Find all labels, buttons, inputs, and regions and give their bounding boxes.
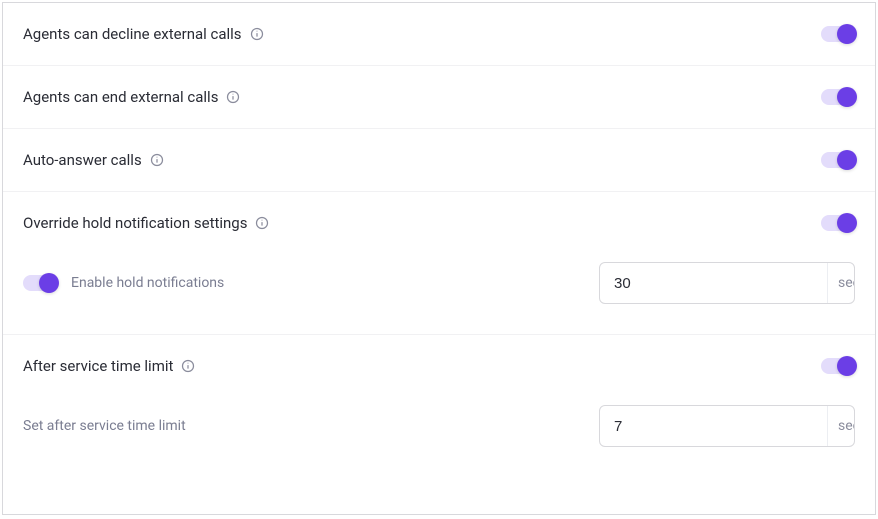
label-wrap: Agents can end external calls [23,88,240,106]
row-top: After service time limit [3,335,875,397]
sub-left: Set after service time limit [23,418,186,434]
toggle-knob [39,273,59,293]
row-bottom: Set after service time limit sec [3,397,875,467]
setting-label: Auto-answer calls [23,151,142,169]
info-icon[interactable] [255,216,269,230]
toggle-knob [837,213,857,233]
setting-row-override-hold: Override hold notification settings Enab… [3,192,875,335]
sub-label: Set after service time limit [23,418,186,434]
label-wrap: After service time limit [23,357,195,375]
toggle-knob [837,356,857,376]
toggle-auto-answer[interactable] [821,152,855,168]
label-wrap: Agents can decline external calls [23,25,264,43]
label-wrap: Auto-answer calls [23,151,164,169]
setting-row-after-service: After service time limit Set after servi… [3,335,875,467]
sub-left: Enable hold notifications [23,275,224,291]
setting-row-decline-calls: Agents can decline external calls [3,3,875,66]
info-icon[interactable] [250,27,264,41]
toggle-knob [837,150,857,170]
setting-label: Agents can decline external calls [23,25,242,43]
setting-label: Agents can end external calls [23,88,218,106]
toggle-knob [837,24,857,44]
setting-row-auto-answer: Auto-answer calls [3,129,875,192]
info-icon[interactable] [150,153,164,167]
unit-label: sec [827,263,855,303]
setting-row-end-calls: Agents can end external calls [3,66,875,129]
sub-label: Enable hold notifications [71,275,224,291]
toggle-after-service[interactable] [821,358,855,374]
after-service-input[interactable] [600,406,827,446]
row-bottom: Enable hold notifications sec [3,254,875,334]
row-top: Override hold notification settings [3,192,875,254]
toggle-end-calls[interactable] [821,89,855,105]
setting-label: After service time limit [23,357,173,375]
toggle-enable-hold-notifications[interactable] [23,275,57,291]
hold-interval-input[interactable] [600,263,827,303]
info-icon[interactable] [181,359,195,373]
toggle-decline-calls[interactable] [821,26,855,42]
hold-interval-input-group: sec [599,262,855,304]
unit-label: sec [827,406,855,446]
toggle-knob [837,87,857,107]
after-service-input-group: sec [599,405,855,447]
setting-label: Override hold notification settings [23,214,247,232]
label-wrap: Override hold notification settings [23,214,269,232]
info-icon[interactable] [226,90,240,104]
settings-panel: Agents can decline external calls Agents… [2,2,876,515]
toggle-override-hold[interactable] [821,215,855,231]
